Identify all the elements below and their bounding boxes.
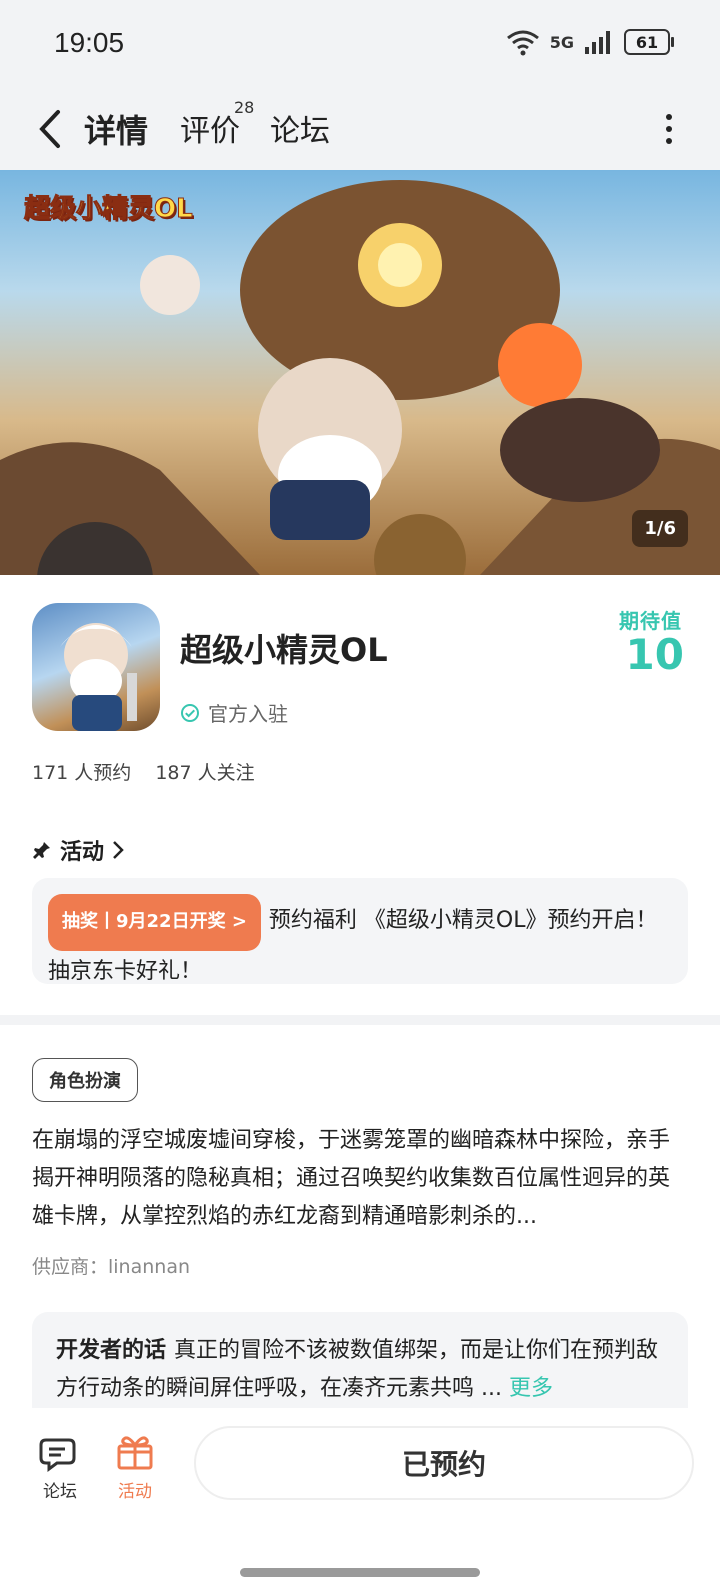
bottom-forum-item[interactable]: 论坛 <box>30 1432 90 1502</box>
more-link[interactable]: 更多 <box>509 1376 553 1401</box>
developer-note-label: 开发者的话 <box>56 1338 167 1363</box>
back-icon[interactable] <box>34 106 70 152</box>
expectation-value: 10 <box>625 630 684 679</box>
game-banner[interactable]: 超级小精灵OL 1/6 <box>0 170 720 575</box>
game-description: 在崩塌的浮空城废墟间穿梭，于迷雾笼罩的幽暗森林中探险，亲手揭开神明陨落的隐秘真相… <box>32 1128 671 1229</box>
forum-chat-icon <box>39 1438 76 1472</box>
developer-note-card[interactable]: 开发者的话 真正的冒险不该被数值绑架，而是让你们在预判敌方行动条的瞬间屏住呼吸，在… <box>32 1312 688 1408</box>
top-navigation: 详情 评价 28 论坛 <box>0 88 720 170</box>
bottom-action-bar: 论坛 活动 已预约 <box>0 1408 720 1528</box>
activity-label: 活动 <box>118 1482 152 1502</box>
game-stats: 171 人预约 187 人关注 <box>32 758 255 785</box>
wifi-icon <box>506 30 539 56</box>
lottery-badge[interactable]: 抽奖丨9月22日开奖 > <box>48 894 261 951</box>
tab-reviews[interactable]: 评价 <box>180 106 240 150</box>
genre-tag[interactable]: 角色扮演 <box>32 1058 138 1102</box>
app-icon[interactable] <box>32 603 160 731</box>
verified-check-icon <box>181 703 199 722</box>
bottom-activity-item[interactable]: 活动 <box>105 1432 165 1502</box>
pin-icon <box>33 842 50 859</box>
official-badge: 官方入驻 <box>180 698 288 727</box>
game-character-icon <box>60 623 137 731</box>
tab-details[interactable]: 详情 <box>81 106 151 152</box>
battery-indicator: 61 <box>624 29 674 55</box>
status-icons: 5G 61 <box>506 28 674 56</box>
activity-section-title[interactable]: 活动 <box>32 834 124 866</box>
more-options-icon[interactable] <box>664 112 674 146</box>
follow-count: 187 人关注 <box>155 762 255 784</box>
status-time: 19:05 <box>54 27 125 58</box>
banner-game-logo: 超级小精灵OL <box>24 194 194 225</box>
tab-forum[interactable]: 论坛 <box>270 106 330 150</box>
banner-artwork <box>0 180 720 575</box>
reviews-count-badge: 28 <box>234 98 255 117</box>
gift-icon <box>117 1436 153 1470</box>
developer-note-text: 开发者的话 真正的冒险不该被数值绑架，而是让你们在预判敌方行动条的瞬间屏住呼吸，在… <box>56 1338 659 1401</box>
forum-label: 论坛 <box>43 1482 77 1502</box>
home-indicator[interactable] <box>240 1568 480 1577</box>
banner-pager: 1/6 <box>632 510 688 547</box>
provider-text: 供应商：linannan <box>32 1256 191 1278</box>
signal-icon <box>585 31 610 54</box>
reserve-count: 171 人预约 <box>32 762 132 784</box>
game-title: 超级小精灵OL <box>180 631 388 669</box>
network-type: 5G <box>549 32 574 52</box>
activity-card[interactable]: 抽奖丨9月22日开奖 > 预约福利 《超级小精灵OL》预约开启！抽京东卡好礼！ <box>32 878 688 984</box>
activity-description: 抽奖丨9月22日开奖 > 预约福利 《超级小精灵OL》预约开启！抽京东卡好礼！ <box>48 894 672 993</box>
chevron-right-icon <box>113 841 124 859</box>
section-divider <box>0 1015 720 1025</box>
status-bar: 19:05 5G 61 <box>0 0 720 88</box>
reserved-button[interactable]: 已预约 <box>194 1426 694 1500</box>
